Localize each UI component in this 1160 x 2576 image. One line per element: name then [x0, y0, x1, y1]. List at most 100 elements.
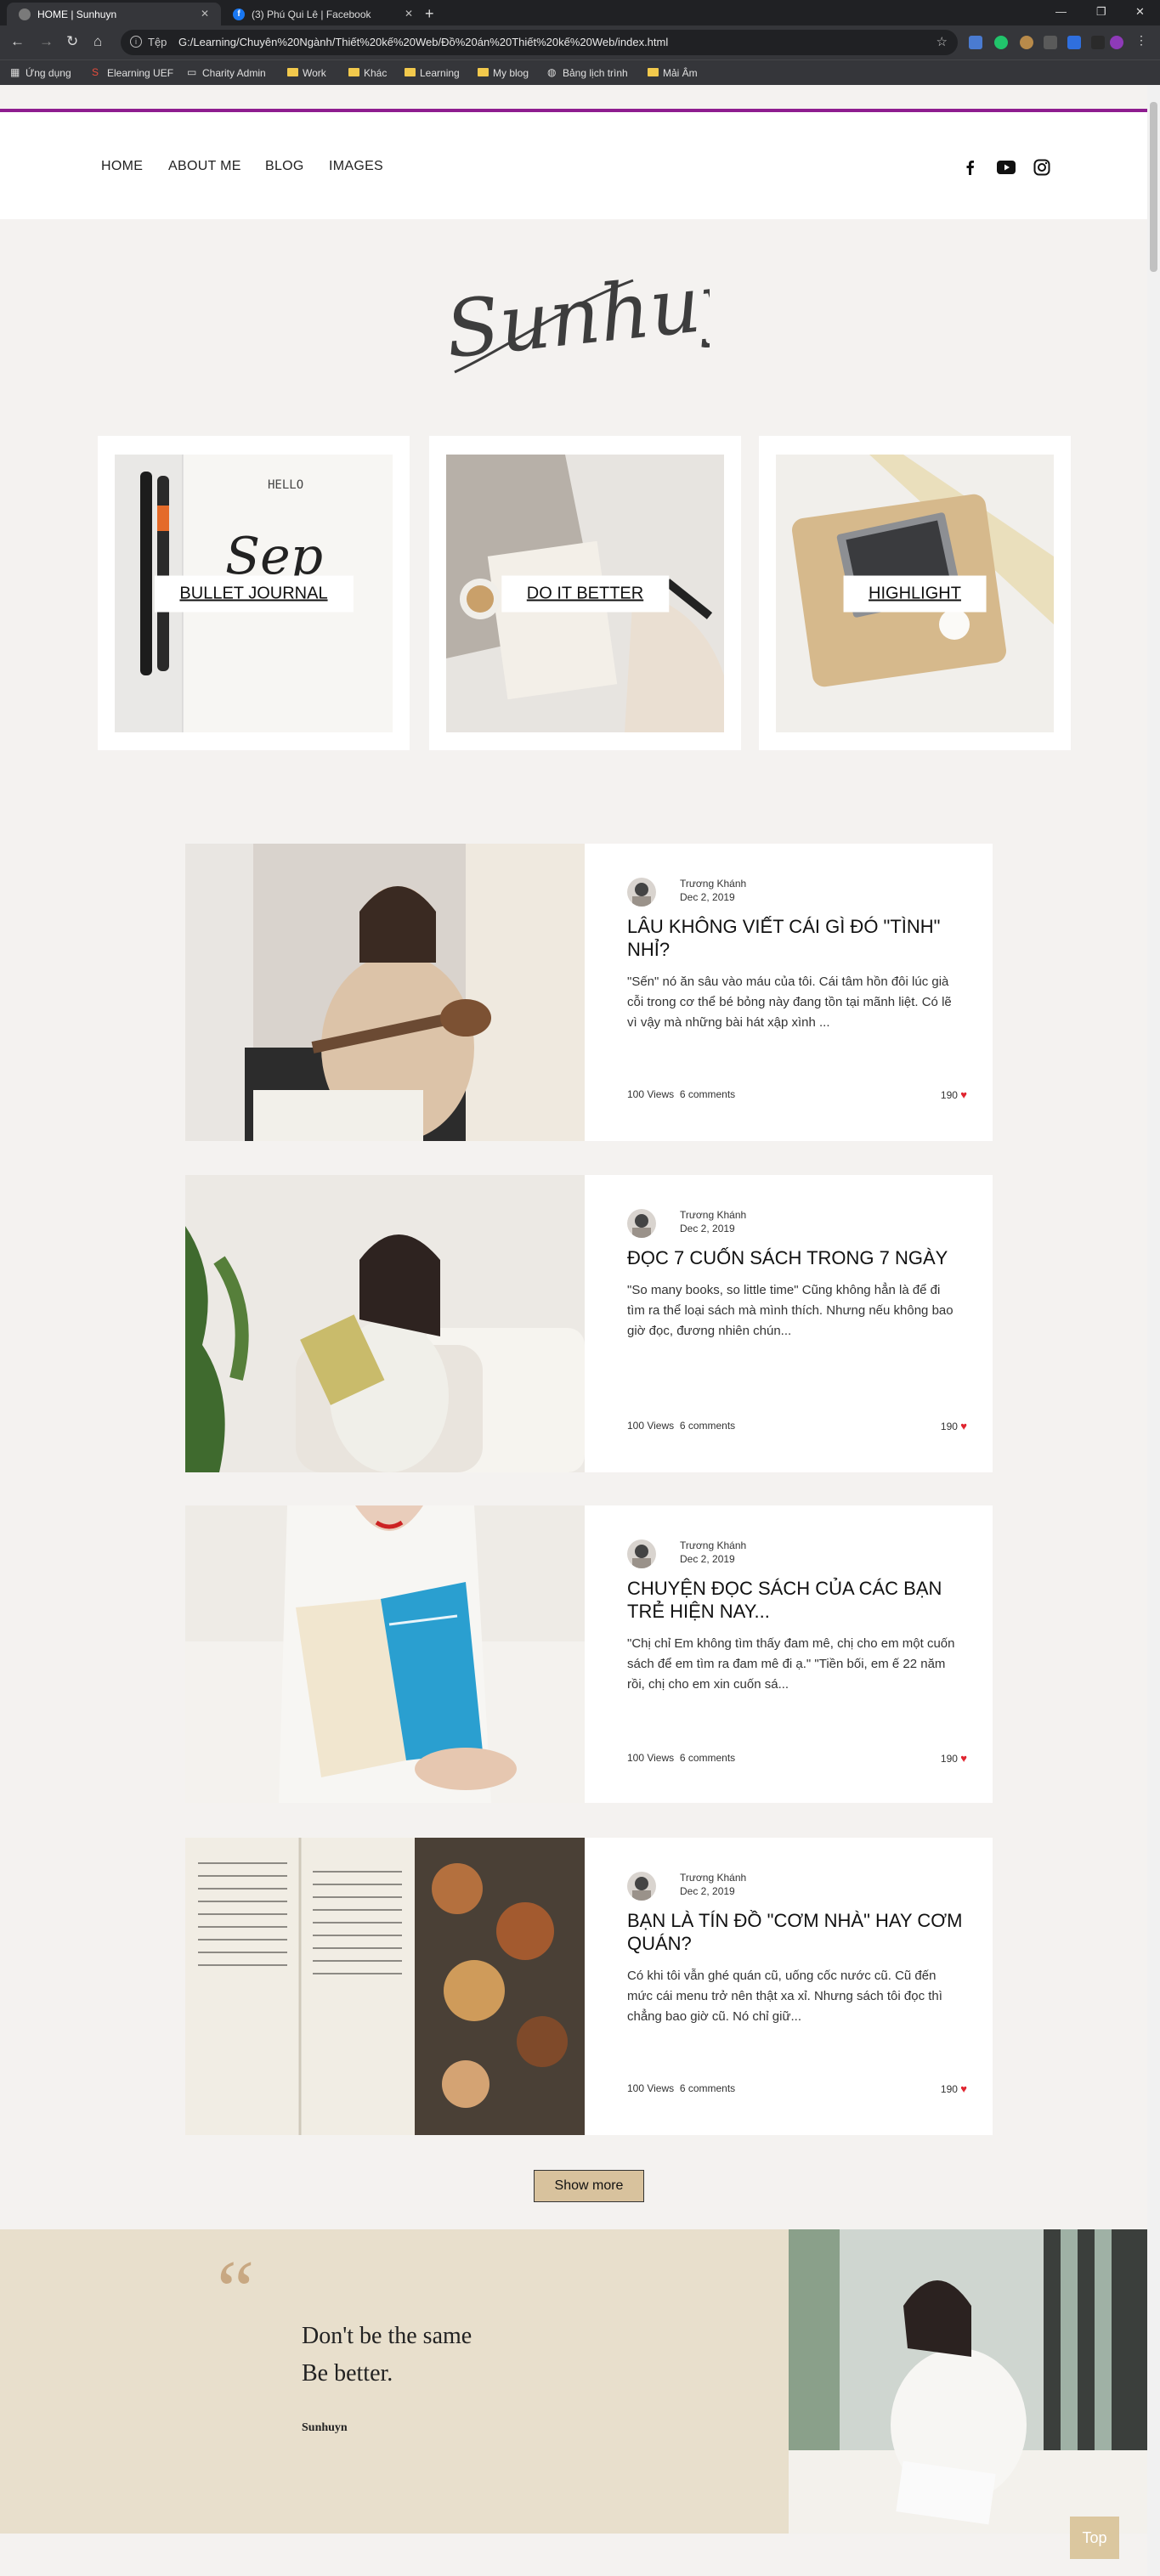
author-avatar[interactable] — [627, 1209, 656, 1238]
post-views: 100 Views — [627, 1088, 675, 1100]
post-comments[interactable]: 6 comments — [680, 2082, 735, 2094]
site-logo[interactable]: Sunhuyn — [438, 246, 799, 391]
feature-image: Sep HELLO BULLET JOURNAL — [115, 455, 393, 732]
blog-post[interactable]: Trương Khánh Dec 2, 2019 ĐỌC 7 CUỐN SÁCH… — [185, 1175, 993, 1472]
bookmark-learning[interactable]: Learning — [405, 67, 460, 79]
grammarly-icon[interactable] — [994, 36, 1008, 49]
post-stats: 100 Views 6 comments — [627, 1420, 735, 1432]
tab-favicon-icon — [19, 8, 31, 20]
author-avatar[interactable] — [627, 1872, 656, 1901]
tab-facebook[interactable]: f (3) Phú Qui Lê | Facebook ✕ — [221, 3, 425, 25]
heart-icon[interactable]: ♥ — [960, 1420, 967, 1432]
extension-icon[interactable] — [1020, 36, 1033, 49]
post-views: 100 Views — [627, 2082, 675, 2094]
feature-card-do-it-better[interactable]: DO IT BETTER — [429, 436, 741, 750]
post-excerpt: Có khi tôi vẫn ghé quán cũ, uống cốc nướ… — [627, 1969, 942, 2024]
post-author[interactable]: Trương Khánh — [680, 878, 746, 890]
bookmarks-bar: ▦ Ứng dụng S Elearning UEF ▭ Charity Admin … — [0, 59, 1160, 85]
heart-icon[interactable]: ♥ — [960, 1752, 967, 1765]
bookmark-work[interactable]: Work — [287, 67, 326, 79]
forward-icon[interactable]: → — [39, 33, 54, 50]
show-more-button[interactable]: Show more — [534, 2170, 644, 2202]
post-title[interactable]: CHUYỆN ĐỌC SÁCH CỦA CÁC BẠN TRẺ HIỆN NAY… — [627, 1577, 967, 1623]
post-author[interactable]: Trương Khánh — [680, 1872, 746, 1884]
maximize-icon[interactable]: ❐ — [1096, 5, 1106, 19]
nav-images[interactable]: IMAGES — [329, 159, 383, 174]
feature-label[interactable]: BULLET JOURNAL — [154, 575, 354, 612]
bookmark-myblog[interactable]: My blog — [478, 67, 529, 79]
post-title[interactable]: ĐỌC 7 CUỐN SÁCH TRONG 7 NGÀY — [627, 1246, 967, 1269]
feature-card-bullet-journal[interactable]: Sep HELLO BULLET JOURNAL — [98, 436, 410, 750]
post-author[interactable]: Trương Khánh — [680, 1209, 746, 1221]
post-image[interactable] — [185, 844, 585, 1141]
instagram-icon[interactable] — [1033, 158, 1051, 177]
bookmark-khac[interactable]: Khác — [348, 67, 387, 79]
new-tab-icon[interactable]: + — [425, 5, 434, 23]
home-icon[interactable]: ⌂ — [93, 33, 102, 50]
folder-icon — [478, 68, 489, 76]
heart-icon[interactable]: ♥ — [960, 1088, 967, 1101]
apps-grid-icon: ▦ — [10, 66, 20, 78]
quote-line-2: Be better. — [302, 2360, 393, 2387]
post-image[interactable] — [185, 1838, 585, 2135]
post-date: Dec 2, 2019 — [680, 1553, 735, 1565]
extension-icon[interactable] — [969, 36, 982, 49]
nav-blog[interactable]: BLOG — [265, 159, 304, 174]
like-count: 190 — [940, 2083, 958, 2095]
post-likes[interactable]: 190 ♥ — [941, 1088, 967, 1101]
feature-image: HIGHLIGHT — [776, 455, 1054, 732]
blog-post[interactable]: Trương Khánh Dec 2, 2019 LÂU KHÔNG VIẾT … — [185, 844, 993, 1141]
author-avatar[interactable] — [627, 878, 656, 907]
nav-about-me[interactable]: ABOUT ME — [168, 159, 241, 174]
tab-home[interactable]: HOME | Sunhuyn ✕ — [7, 3, 221, 25]
folder-icon — [287, 68, 298, 76]
bookmark-schedule[interactable]: ◍ Bảng lịch trình — [547, 66, 628, 79]
blog-post[interactable]: Trương Khánh Dec 2, 2019 BẠN LÀ TÍN ĐỒ "… — [185, 1838, 993, 2135]
page-scrollbar[interactable] — [1147, 85, 1160, 2576]
post-likes[interactable]: 190 ♥ — [941, 1752, 967, 1765]
nav-home[interactable]: HOME — [101, 159, 143, 174]
post-comments[interactable]: 6 comments — [680, 1088, 735, 1100]
post-likes[interactable]: 190 ♥ — [941, 1420, 967, 1432]
reload-icon[interactable]: ↻ — [66, 33, 78, 50]
info-icon[interactable]: i — [130, 36, 142, 48]
post-title[interactable]: BẠN LÀ TÍN ĐỒ "CƠM NHÀ" HAY CƠM QUÁN? — [627, 1909, 967, 1955]
feature-card-highlight[interactable]: HIGHLIGHT — [759, 436, 1071, 750]
extension-icon[interactable] — [1091, 36, 1105, 49]
post-likes[interactable]: 190 ♥ — [941, 2082, 967, 2095]
scrollbar-thumb[interactable] — [1150, 102, 1157, 272]
post-views: 100 Views — [627, 1420, 675, 1432]
close-window-icon[interactable]: ✕ — [1135, 5, 1145, 19]
post-stats: 100 Views 6 comments — [627, 1752, 735, 1764]
post-title[interactable]: LÂU KHÔNG VIẾT CÁI GÌ ĐÓ "TÌNH" NHỈ? — [627, 915, 967, 961]
bookmark-maiam[interactable]: Mải Âm — [648, 67, 698, 79]
bookmark-elearning[interactable]: S Elearning UEF — [92, 66, 173, 79]
feature-label[interactable]: HIGHLIGHT — [843, 575, 987, 612]
url-field[interactable]: i Tệp G:/Learning/Chuyên%20Ngành/Thiết%2… — [121, 30, 958, 55]
post-image[interactable] — [185, 1175, 585, 1472]
profile-avatar-icon[interactable] — [1110, 36, 1123, 49]
back-icon[interactable]: ← — [10, 33, 25, 50]
post-author[interactable]: Trương Khánh — [680, 1539, 746, 1551]
close-tab-icon[interactable]: ✕ — [201, 8, 209, 20]
post-comments[interactable]: 6 comments — [680, 1420, 735, 1432]
menu-icon[interactable]: ⋮ — [1135, 33, 1147, 48]
puzzle-icon[interactable] — [1044, 36, 1057, 49]
heart-icon[interactable]: ♥ — [960, 2082, 967, 2095]
post-comments[interactable]: 6 comments — [680, 1752, 735, 1764]
back-to-top-button[interactable]: Top — [1070, 2517, 1119, 2559]
feature-label[interactable]: DO IT BETTER — [501, 575, 670, 612]
extension-icon[interactable] — [1067, 36, 1081, 49]
author-avatar[interactable] — [627, 1539, 656, 1568]
close-tab-icon[interactable]: ✕ — [405, 8, 413, 20]
blog-post[interactable]: Trương Khánh Dec 2, 2019 CHUYỆN ĐỌC SÁCH… — [185, 1505, 993, 1803]
facebook-icon[interactable] — [960, 158, 979, 177]
youtube-icon[interactable] — [997, 158, 1016, 177]
folder-icon — [405, 68, 416, 76]
bookmark-apps[interactable]: ▦ Ứng dụng — [10, 66, 71, 79]
svg-text:HELLO: HELLO — [268, 478, 303, 492]
bookmark-charity[interactable]: ▭ Charity Admin — [187, 66, 266, 79]
minimize-icon[interactable]: — — [1055, 5, 1067, 18]
bookmark-star-icon[interactable]: ☆ — [936, 34, 948, 49]
post-image[interactable] — [185, 1505, 585, 1803]
